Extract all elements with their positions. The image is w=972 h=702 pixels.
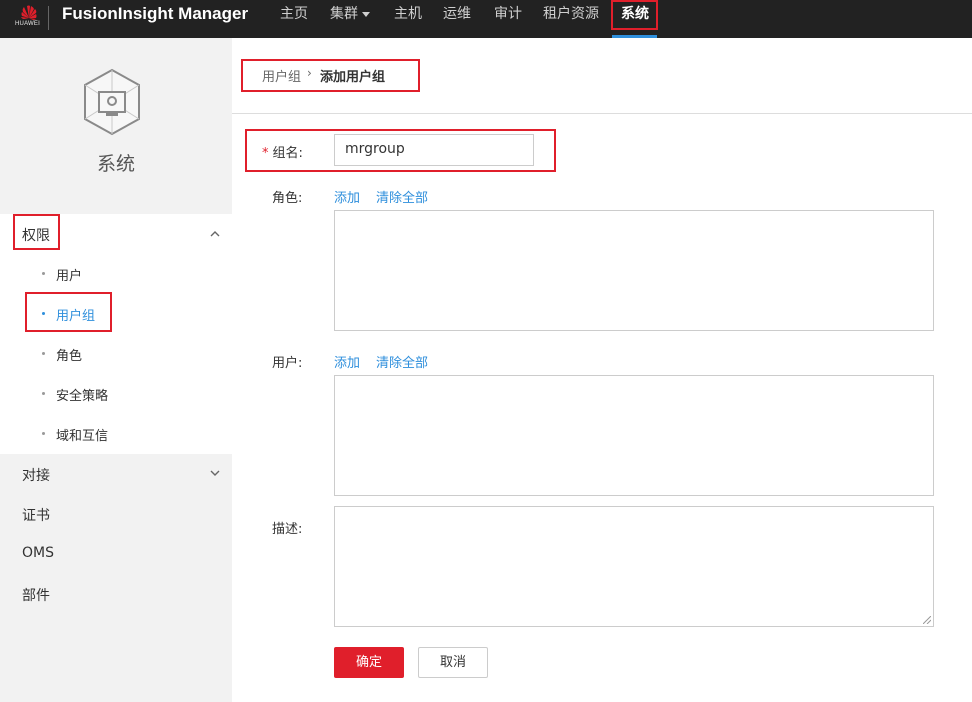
huawei-logo-icon [21, 5, 37, 20]
role-list-box[interactable] [334, 210, 934, 331]
nav-host[interactable]: 主机 [394, 0, 422, 38]
nav-audit[interactable]: 审计 [494, 0, 522, 38]
highlight-box-user-groups [25, 292, 112, 332]
sidebar-item-connect[interactable]: 对接 [22, 465, 50, 485]
highlight-box-nav-system [611, 0, 658, 30]
description-textarea[interactable] [334, 506, 934, 627]
bullet-icon [42, 432, 45, 435]
active-tab-indicator [612, 35, 657, 38]
resize-handle-icon[interactable] [923, 616, 931, 624]
sidebar-item-oms[interactable]: OMS [22, 545, 54, 561]
description-label: 描述: [272, 522, 303, 537]
breadcrumb-divider [232, 113, 972, 114]
user-clear-all-link[interactable]: 清除全部 [376, 352, 428, 371]
nav-cluster-label: 集群 [330, 6, 358, 22]
highlight-box-permission [13, 214, 60, 250]
top-navigation-bar: HUAWEI FusionInsight Manager 主页 集群 主机 运维… [0, 0, 972, 38]
cancel-button[interactable]: 取消 [418, 647, 488, 678]
sidebar-subitem-roles[interactable]: 角色 [56, 345, 82, 364]
role-clear-all-link[interactable]: 清除全部 [376, 187, 428, 206]
nav-tenant-resources[interactable]: 租户资源 [543, 0, 599, 38]
user-add-link[interactable]: 添加 [334, 352, 360, 371]
highlight-box-group-name [245, 129, 556, 172]
nav-ops[interactable]: 运维 [443, 0, 471, 38]
role-label: 角色: [272, 191, 303, 206]
chevron-down-icon[interactable] [210, 468, 220, 478]
sidebar-subitem-domain-trust[interactable]: 域和互信 [56, 425, 108, 444]
bullet-icon [42, 272, 45, 275]
header-divider [48, 6, 49, 30]
caret-down-icon [362, 11, 370, 17]
sidebar: 系统 权限 用户 用户组 角色 安全策略 域和互信 对接 证书 OMS 部件 [0, 38, 232, 702]
role-add-link[interactable]: 添加 [334, 187, 360, 206]
confirm-button[interactable]: 确定 [334, 647, 404, 678]
bullet-icon [42, 352, 45, 355]
permission-menu-group: 权限 用户 用户组 角色 安全策略 域和互信 [0, 214, 232, 454]
brand-logo-text: HUAWEI [15, 21, 40, 27]
sidebar-title: 系统 [96, 153, 135, 175]
user-list-box[interactable] [334, 375, 934, 496]
highlight-box-breadcrumb [241, 59, 420, 92]
nav-cluster[interactable]: 集群 [330, 0, 370, 38]
system-settings-icon [84, 68, 140, 136]
bullet-icon [42, 392, 45, 395]
app-title: FusionInsight Manager [62, 4, 249, 23]
sidebar-subitem-users[interactable]: 用户 [56, 265, 82, 284]
sidebar-item-component[interactable]: 部件 [22, 585, 50, 605]
sidebar-item-certificate[interactable]: 证书 [22, 505, 50, 525]
user-label: 用户: [272, 356, 303, 371]
sidebar-subitem-security-policy[interactable]: 安全策略 [56, 385, 108, 404]
nav-home[interactable]: 主页 [280, 0, 308, 38]
chevron-up-icon[interactable] [210, 229, 220, 239]
